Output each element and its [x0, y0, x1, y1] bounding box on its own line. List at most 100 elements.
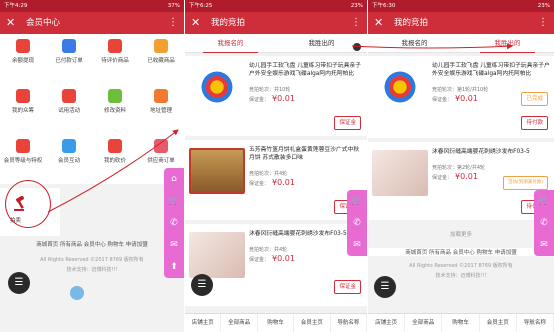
pay-button[interactable]: 待付款 — [521, 116, 548, 130]
vip-icon — [16, 139, 30, 153]
item-round: 竞拍轮次：第2轮/共4轮 — [432, 165, 486, 171]
status-badge: 已完成 — [521, 92, 548, 106]
menu-item-label: 修改资料 — [103, 108, 126, 114]
star-icon — [154, 39, 168, 53]
bargain-icon — [108, 139, 122, 153]
menu-item-label: 我的砍价 — [103, 158, 126, 164]
item-name: 幼儿园手工软飞盘 儿童练习带扣子玩具亲子户外安全娱乐游戏飞碟alga阿内托阿帕比 — [432, 63, 550, 77]
floating-sidebar: 🛒 ✆ ✉ — [534, 190, 554, 256]
member-center-screen: 下午4:29 37% ✕ 会员中心 ⋮ 余额提现 已付款订单 待评价商品 已收藏商品我… — [0, 0, 184, 332]
status-battery: 23% — [350, 3, 363, 9]
top-icon[interactable]: ⬆ — [164, 256, 184, 278]
menu-item[interactable]: 试用活动 — [46, 84, 92, 122]
deposit-button[interactable]: 保证金 — [334, 116, 361, 130]
status-battery: 23% — [537, 3, 550, 9]
search-float-button[interactable]: ☰ — [374, 276, 396, 298]
item-name: 沐春风衍缝高端婴花刺绣沙发布F03-5 — [432, 149, 530, 155]
more-menu-icon[interactable]: ⋮ — [168, 12, 178, 34]
item-name: 五芳斋竹篮月饼礼盒蛋黄莲蓉豆沙广式中秋月饼 苏式散装多口味 — [249, 147, 360, 161]
menu-item[interactable]: 我的砍价 — [92, 134, 138, 172]
phone-icon[interactable]: ✆ — [164, 212, 184, 234]
menu-item[interactable]: 会员互动 — [46, 134, 92, 172]
menu-item[interactable]: 修改资料 — [92, 84, 138, 122]
search-list-icon: ☰ — [197, 279, 207, 290]
cart-icon[interactable]: 🛒 — [347, 190, 367, 212]
home-icon[interactable]: ⌂ — [164, 168, 184, 190]
search-float-button[interactable]: ☰ — [191, 274, 213, 296]
bottom-nav-item[interactable]: 购物车 — [258, 314, 295, 332]
auction-item[interactable]: 沐春风衍缝高端婴花刺绣沙发布F03-5 竞拍轮次：共4轮 保证金： ¥0.01 保… — [185, 224, 367, 306]
bottom-nav-item[interactable]: 全部商品 — [221, 314, 258, 332]
item-price: ¥0.01 — [272, 178, 295, 187]
menu-item-label: 会员互动 — [57, 158, 80, 164]
floating-sidebar: 🛒 ✆ ✉ — [347, 190, 367, 256]
bottom-nav-item[interactable]: 导航名称 — [517, 314, 554, 332]
item-deposit-label: 保证金： — [249, 257, 270, 263]
bottom-nav-item[interactable]: 会员主页 — [480, 314, 517, 332]
tab-marker — [353, 43, 361, 51]
bottom-nav-item[interactable]: 购物车 — [442, 314, 480, 332]
title-bar: ✕ 我的竞拍 ⋮ — [368, 12, 554, 34]
menu-item[interactable]: 待评价商品 — [92, 34, 138, 72]
menu-item[interactable]: 已收藏商品 — [138, 34, 184, 72]
menu-item-label: 待评价商品 — [101, 58, 129, 64]
menu-item[interactable]: 地址管理 — [138, 84, 184, 122]
tab-won[interactable]: 我胜出的 — [461, 34, 554, 53]
support-text: 技术支持：迈博科技!!! — [66, 267, 118, 273]
auction-item[interactable]: 幼儿园手工软飞盘 儿童练习带扣子玩具亲子户外安全娱乐游戏飞碟alga阿内托阿帕比… — [185, 56, 367, 136]
mail-icon[interactable]: ✉ — [347, 234, 367, 256]
more-menu-icon[interactable]: ⋮ — [538, 12, 548, 34]
status-bar: 下午4:29 37% — [0, 0, 184, 12]
deposit-button[interactable]: 保证金 — [334, 280, 361, 294]
status-bar: 下午6:30 23% — [368, 0, 554, 12]
tab-registered[interactable]: 我报名的 — [185, 34, 276, 53]
item-price: ¥0.01 — [272, 254, 295, 263]
item-deposit-label: 保证金： — [249, 97, 270, 103]
title-bar: ✕ 我的竞拍 ⋮ — [185, 12, 367, 34]
item-price: ¥0.01 — [272, 94, 295, 103]
auction-item[interactable]: 幼儿园手工软飞盘 儿童练习带扣子玩具亲子户外安全娱乐游戏飞碟alga阿内托阿帕比… — [368, 56, 554, 138]
footer-links[interactable]: 商城首页 所有商品 会员中心 购物车 申请加盟 — [0, 240, 184, 248]
auction-item[interactable]: 五芳斋竹篮月饼礼盒蛋黄莲蓉豆沙广式中秋月饼 苏式散装多口味 竞拍轮次：共4轮 保… — [185, 140, 367, 220]
close-icon[interactable]: ✕ — [374, 12, 383, 34]
item-round: 竞拍轮次：第1轮/共10轮 — [432, 87, 489, 93]
menu-item[interactable]: 会员等级与特权 — [0, 134, 46, 172]
tab-registered[interactable]: 我报名的 — [368, 34, 461, 52]
copyright-text: All Rights Reserved ©2017 8769 版权所有 — [409, 263, 513, 269]
auction-tabs: 我报名的 我胜出的 — [185, 34, 367, 53]
phone-icon[interactable]: ✆ — [347, 212, 367, 234]
menu-item[interactable]: 已付款订单 — [46, 34, 92, 72]
auction-tabs: 我报名的 我胜出的 — [368, 34, 554, 53]
item-round: 竞拍轮次：共10轮 — [249, 87, 291, 93]
mail-icon[interactable]: ✉ — [534, 234, 554, 256]
bottom-nav-item[interactable]: 店铺主页 — [185, 314, 222, 332]
page-title: 会员中心 — [26, 18, 61, 28]
cart-icon[interactable]: 🛒 — [534, 190, 554, 212]
member-menu-grid: 余额提现 已付款订单 待评价商品 已收藏商品我的众筹 试用活动 修改资料 地址管理会员等级与… — [0, 34, 184, 184]
cart-icon[interactable]: 🛒 — [164, 190, 184, 212]
bottom-nav-item[interactable]: 会员主页 — [294, 314, 331, 332]
item-price: ¥0.01 — [455, 172, 478, 181]
menu-item[interactable]: 余额提现 — [0, 34, 46, 72]
phone-icon[interactable]: ✆ — [534, 212, 554, 234]
close-icon[interactable]: ✕ — [6, 12, 15, 34]
auction-item[interactable]: 沐春风衍缝高端婴花刺绣沙发布F03-5 竞拍轮次：第2轮/共4轮 保证金： ¥0.… — [368, 142, 554, 220]
bottom-nav-item[interactable]: 导航名称 — [331, 314, 367, 332]
bottom-nav-item[interactable]: 店铺主页 — [368, 314, 406, 332]
item-deposit-label: 保证金： — [432, 175, 453, 181]
menu-item-label: 供应商订单 — [147, 158, 175, 164]
item-price: ¥0.01 — [455, 94, 478, 103]
menu-item-label: 已付款订单 — [55, 58, 83, 64]
search-float-button[interactable]: ☰ — [8, 272, 30, 294]
mail-icon[interactable]: ✉ — [164, 234, 184, 256]
copyright-text: All Rights Reserved ©2017 8769 版权所有 — [40, 257, 144, 263]
more-menu-icon[interactable]: ⋮ — [351, 12, 361, 34]
footer-links[interactable]: 商城首页 所有商品 会员中心 购物车 申请加盟 — [368, 248, 554, 256]
menu-item[interactable]: 我的众筹 — [0, 84, 46, 122]
close-icon[interactable]: ✕ — [191, 12, 200, 34]
load-more[interactable]: 加载更多 — [368, 230, 554, 238]
search-list-icon: ☰ — [14, 277, 24, 288]
menu-item[interactable]: 供应商订单 — [138, 134, 184, 172]
menu-item-label: 试用活动 — [57, 108, 80, 114]
bottom-nav-item[interactable]: 全部商品 — [405, 314, 443, 332]
